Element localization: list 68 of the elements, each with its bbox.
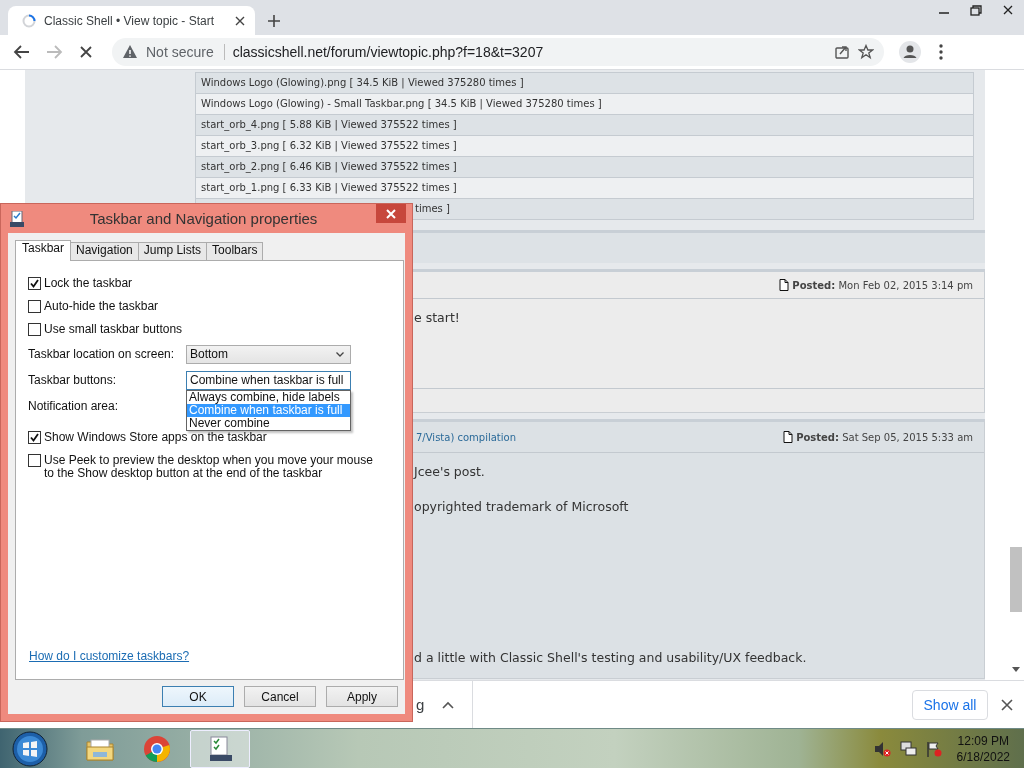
dropdown[interactable]: Combine when taskbar is full	[186, 370, 351, 390]
document-icon	[779, 279, 790, 291]
network-icon[interactable]	[898, 739, 917, 758]
clock[interactable]: 12:09 PM 6/18/2022	[956, 732, 1010, 765]
checkbox-label: Use Peek to preview the desktop when you move your mouse to the Show desktop button at the end of the taskbar	[44, 454, 374, 480]
checklist-icon	[9, 210, 25, 227]
close-button[interactable]	[376, 204, 406, 223]
tab[interactable]: Toolbars	[206, 242, 264, 260]
show-all-button[interactable]: Show all	[912, 689, 988, 720]
checkbox-label: Use small taskbar buttons	[44, 323, 184, 336]
download-item[interactable]: g	[416, 696, 425, 713]
attachment-row[interactable]: start_orb_3.png [ 6.32 KiB | Viewed 375522 times ]	[196, 136, 973, 157]
browser-icon	[143, 734, 171, 763]
dropdown[interactable]: Bottom	[186, 344, 351, 364]
checkbox-label: Show Windows Store apps on the taskbar	[44, 431, 268, 444]
star-icon[interactable]	[858, 44, 874, 60]
attachment-row[interactable]: start_orb_1.png [ 6.33 KiB | Viewed 375522 times ]	[196, 178, 973, 199]
post-date: Posted: Sat Sep 05, 2015 5:33 am	[796, 431, 973, 443]
checkbox-label: Auto-hide the taskbar	[44, 300, 160, 313]
attachment-row[interactable]: Windows Logo (Glowing).png [ 34.5 KiB | Viewed 375280 times ]	[196, 73, 973, 94]
tab[interactable]: Navigation	[70, 242, 139, 260]
close-icon	[386, 208, 396, 219]
attachment-row[interactable]: start_orb_4.png [ 5.88 KiB | Viewed 375522 times ]	[196, 115, 973, 136]
taskbar-button[interactable]	[190, 729, 250, 768]
checkmark-icon	[30, 279, 39, 288]
clock-date: 6/18/2022	[956, 748, 1010, 765]
document-icon	[783, 431, 794, 443]
post-text: e start!	[414, 310, 461, 326]
browser-tab[interactable]: Classic Shell • View topic - Start	[8, 6, 255, 35]
checkbox[interactable]	[28, 431, 41, 444]
attachment-row[interactable]: Windows Logo (Glowing) - Small Taskbar.png [ 34.5 KiB | Viewed 375280 times ]	[196, 94, 973, 115]
clock-time: 12:09 PM	[957, 732, 1009, 749]
address-bar[interactable]: Not secure classicshell.net/forum/viewtopic.php?f=18&t=3207	[112, 38, 884, 66]
dialog-button[interactable]: Cancel	[244, 686, 316, 707]
post-date: Posted: Mon Feb 02, 2015 3:14 pm	[792, 279, 973, 291]
warning-icon	[122, 44, 138, 60]
share-icon[interactable]	[834, 44, 850, 60]
checkbox[interactable]	[28, 454, 41, 467]
tab[interactable]: Jump Lists	[137, 242, 208, 260]
scroll-down-icon[interactable]	[1012, 667, 1020, 672]
start-orb-icon[interactable]	[12, 730, 48, 767]
field-label: Taskbar location on screen:	[28, 347, 176, 361]
close-icon[interactable]	[1000, 697, 1014, 712]
checkbox[interactable]	[28, 277, 41, 290]
security-label[interactable]: Not secure	[146, 44, 225, 60]
help-link[interactable]: How do I customize taskbars?	[28, 649, 190, 663]
profile-icon[interactable]	[898, 40, 922, 64]
post-title-link[interactable]: 7/Vista) compilation	[416, 431, 516, 443]
attachment-row[interactable]: start_orb_2.png [ 6.46 KiB | Viewed 375522 times ]	[196, 157, 973, 178]
new-tab-icon[interactable]	[267, 14, 281, 28]
checkmark-icon	[30, 433, 39, 442]
post-text: opyrighted trademark of Microsoft	[414, 499, 630, 515]
caret-up-icon[interactable]	[442, 700, 455, 709]
scrollbar-thumb[interactable]	[1010, 547, 1022, 612]
tab[interactable]: Taskbar	[15, 240, 72, 261]
dialog-button[interactable]: Apply	[326, 686, 398, 707]
post-text: Jcee's post.	[414, 464, 486, 480]
url-text: classicshell.net/forum/viewtopic.php?f=18&t=3207	[232, 44, 544, 60]
field-label: Notification area:	[28, 399, 119, 413]
dialog-button[interactable]: OK	[162, 686, 234, 707]
checkbox[interactable]	[28, 300, 41, 313]
checkbox[interactable]	[28, 323, 41, 336]
field-label: Taskbar buttons:	[28, 373, 118, 387]
flag-icon[interactable]	[924, 739, 943, 758]
dropdown-option[interactable]: Always combine, hide labels	[187, 391, 350, 404]
dropdown-option[interactable]: Never combine	[187, 417, 350, 430]
post-text: d a little with Classic Shell's testing and usability/UX feedback.	[414, 650, 808, 666]
checkbox-label: Lock the taskbar	[44, 277, 134, 290]
